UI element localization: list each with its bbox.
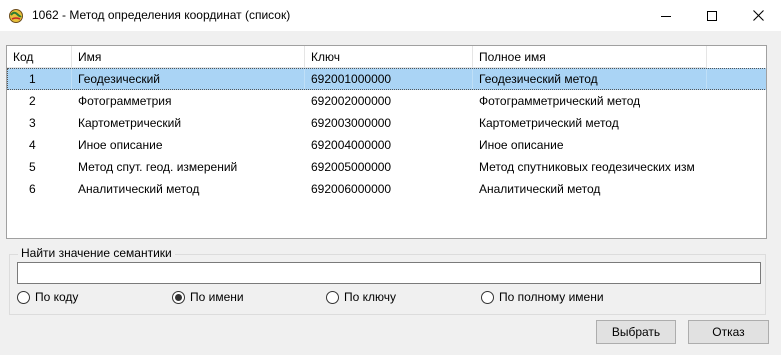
column-header-name[interactable]: Имя: [72, 46, 305, 68]
maximize-icon: [707, 10, 717, 21]
cell-name: Фотограмметрия: [78, 94, 172, 108]
cell-key: 692005000000: [311, 160, 392, 174]
radio-label: По имени: [190, 290, 244, 304]
cell-name: Геодезический: [72, 68, 305, 90]
table-body: 1 Геодезический 692001000000 Геодезическ…: [7, 68, 766, 200]
cell-name: Аналитический метод: [78, 182, 200, 196]
radio-button-icon: [17, 290, 30, 304]
search-group-label: Найти значение семантики: [18, 246, 175, 260]
cell-full-name: Картометрический метод: [479, 116, 619, 130]
cell-code: 6: [29, 182, 36, 196]
select-button[interactable]: Выбрать: [596, 320, 676, 344]
title-bar: 1062 - Метод определения координат (спис…: [0, 0, 781, 31]
radio-label: По ключу: [344, 290, 397, 304]
radio-by-code[interactable]: По коду: [17, 290, 78, 304]
close-button[interactable]: [735, 0, 781, 31]
column-header-full-name[interactable]: Полное имя: [473, 46, 707, 68]
minimize-icon: [661, 15, 671, 17]
minimize-button[interactable]: [643, 0, 689, 31]
table-row[interactable]: 5 Метод спут. геод. измерений 6920050000…: [7, 156, 766, 178]
radio-label: По полному имени: [499, 290, 604, 304]
cell-code: 4: [29, 138, 36, 152]
cancel-button[interactable]: Отказ: [688, 320, 769, 344]
radio-by-full-name[interactable]: По полному имени: [481, 290, 604, 304]
maximize-button[interactable]: [689, 0, 735, 31]
map-app-icon: [8, 8, 24, 24]
cell-name: Иное описание: [78, 138, 163, 152]
cell-full-name: Аналитический метод: [479, 182, 601, 196]
cell-key: 692003000000: [311, 116, 392, 130]
radio-button-icon: [326, 290, 339, 304]
radio-button-icon: [481, 290, 494, 304]
table-row[interactable]: 3 Картометрический 692003000000 Картомет…: [7, 112, 766, 134]
radio-button-selected-icon: [172, 290, 185, 304]
cell-full-name: Фотограмметрический метод: [479, 94, 641, 108]
radio-label: По коду: [35, 290, 79, 304]
table-row[interactable]: 1 Геодезический 692001000000 Геодезическ…: [7, 68, 766, 90]
cell-key: 692001000000: [305, 68, 473, 90]
radio-by-key[interactable]: По ключу: [326, 290, 396, 304]
semantics-table[interactable]: Код Имя Ключ Полное имя 1 Геодезический …: [6, 45, 767, 239]
table-row[interactable]: 2 Фотограмметрия 692002000000 Фотограмме…: [7, 90, 766, 112]
column-header-key[interactable]: Ключ: [305, 46, 473, 68]
cell-code: 1: [7, 68, 72, 90]
close-icon: [752, 10, 764, 21]
cell-name: Метод спут. геод. измерений: [78, 160, 238, 174]
cell-key: 692006000000: [311, 182, 392, 196]
table-header: Код Имя Ключ Полное имя: [7, 46, 766, 68]
search-input[interactable]: [17, 262, 761, 284]
cell-code: 3: [29, 116, 36, 130]
window-title: 1062 - Метод определения координат (спис…: [32, 8, 291, 22]
column-header-code[interactable]: Код: [7, 46, 72, 68]
cell-full-name: Иное описание: [479, 138, 564, 152]
cell-key: 692004000000: [311, 138, 392, 152]
cell-code: 2: [29, 94, 36, 108]
radio-by-name[interactable]: По имени: [172, 290, 244, 304]
cell-code: 5: [29, 160, 36, 174]
cell-key: 692002000000: [311, 94, 392, 108]
cell-name: Картометрический: [78, 116, 182, 130]
table-row[interactable]: 6 Аналитический метод 692006000000 Анали…: [7, 178, 766, 200]
cell-full-name: Метод спутниковых геодезических изм: [479, 160, 695, 174]
table-row[interactable]: 4 Иное описание 692004000000 Иное описан…: [7, 134, 766, 156]
cell-full-name: Геодезический метод: [473, 68, 707, 90]
